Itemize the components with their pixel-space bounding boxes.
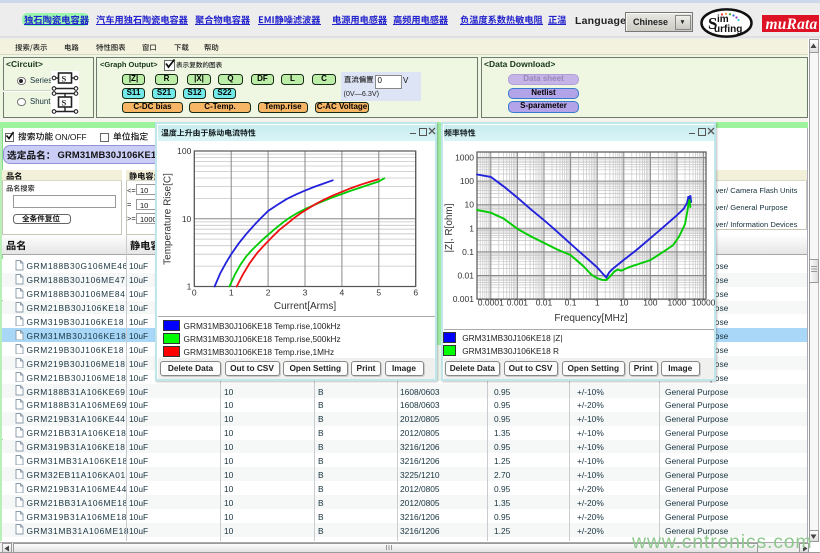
svg-text:10: 10 <box>465 200 475 210</box>
svg-text:1000: 1000 <box>668 298 687 308</box>
svg-text:10000: 10000 <box>692 298 716 308</box>
svg-text:Temperature Rise[C]: Temperature Rise[C] <box>163 173 174 265</box>
svg-text:2: 2 <box>266 288 271 298</box>
svg-text:100: 100 <box>643 298 657 308</box>
svg-text:S: S <box>62 73 67 83</box>
svg-text:100: 100 <box>460 176 474 186</box>
svg-text:0.0001: 0.0001 <box>478 298 504 308</box>
svg-text:|Z|, R[ohm]: |Z|, R[ohm] <box>444 203 455 252</box>
svg-text:10: 10 <box>182 214 192 224</box>
svg-text:0.1: 0.1 <box>462 247 474 257</box>
svg-text:1: 1 <box>229 288 234 298</box>
svg-text:10: 10 <box>619 298 629 308</box>
svg-text:S: S <box>708 14 717 33</box>
svg-text:1000: 1000 <box>455 153 474 163</box>
svg-text:1: 1 <box>469 223 474 233</box>
svg-text:0.01: 0.01 <box>536 298 553 308</box>
svg-text:0.1: 0.1 <box>565 298 577 308</box>
svg-text:Frequency[MHz]: Frequency[MHz] <box>554 313 628 324</box>
svg-text:S: S <box>62 97 67 107</box>
svg-text:0.001: 0.001 <box>453 294 475 304</box>
svg-text:1: 1 <box>595 298 600 308</box>
svg-text:0.001: 0.001 <box>507 298 529 308</box>
svg-text:5: 5 <box>376 288 381 298</box>
svg-text:Current[Arms]: Current[Arms] <box>274 301 336 312</box>
svg-text:3: 3 <box>303 288 308 298</box>
svg-text:urfing: urfing <box>714 24 742 35</box>
svg-text:1: 1 <box>187 282 192 292</box>
svg-text:4: 4 <box>340 288 345 298</box>
svg-text:0.01: 0.01 <box>457 271 474 281</box>
svg-text:100: 100 <box>177 146 191 156</box>
svg-text:6: 6 <box>413 288 418 298</box>
svg-text:0: 0 <box>192 288 197 298</box>
